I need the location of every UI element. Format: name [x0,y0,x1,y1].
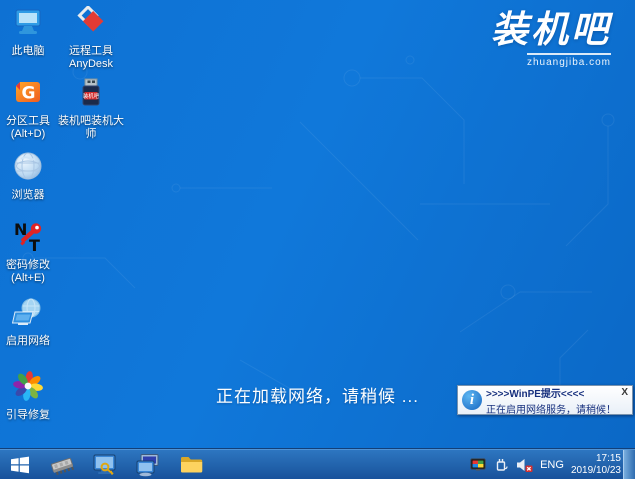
svg-text:装机吧: 装机吧 [83,92,100,100]
toast-close-button[interactable]: X [620,387,629,398]
svg-text:T: T [29,236,40,252]
desktop-icon-partition-tool[interactable]: G 分区工具 (Alt+D) [0,76,56,141]
desktop-icon-label: 浏览器 [0,189,56,202]
system-tray: ENG 17:15 2019/10/23 [470,450,621,479]
show-desktop-button[interactable] [623,450,635,479]
toast-message: 正在启用网络服务，请稍候！ [486,401,629,416]
desktop: 装机吧 zhuangjiba.com 此电脑 G 分区工具 (Alt+D) [0,0,635,448]
desktop-icon-enable-network[interactable]: 启用网络 [0,296,56,348]
anydesk-icon [75,6,107,38]
clock-time: 17:15 [571,453,621,465]
browser-globe-icon [12,150,44,182]
desktop-icon-this-pc[interactable]: 此电脑 [0,6,56,58]
desktop-icon-anydesk[interactable]: 远程工具 AnyDesk [58,6,124,71]
brand-subtitle: zhuangjiba.com [527,53,611,68]
desktop-icon-browser[interactable]: 浏览器 [0,150,56,202]
usb-installer-icon: 装机吧 [75,76,107,108]
desktop-icon-label-line2: AnyDesk [58,58,124,71]
taskbar: ENG 17:15 2019/10/23 [0,448,635,479]
desktop-icon-label: 此电脑 [0,45,56,58]
desktop-icon-label: 远程工具 [58,45,124,58]
windows-logo-icon [8,453,32,477]
taskbar-file-explorer-button[interactable] [174,450,210,479]
usb-tray-icon[interactable] [494,456,508,473]
boot-repair-flower-icon [12,370,44,402]
nt-password-icon: N T [12,220,44,252]
language-indicator[interactable]: ENG [540,459,564,471]
loading-status-text: 正在加载网络，请稍候 ... [216,382,419,407]
desktop-icon-label-line2: 师 [53,128,129,141]
network-monitor-icon [12,296,44,328]
taskbar-memory-tool-button[interactable] [44,450,80,479]
clock[interactable]: 17:15 2019/10/23 [571,453,621,477]
desktop-icon-label: 装机吧装机大 [53,115,129,128]
desktop-icon-label: 密码修改 [0,259,56,272]
desktop-icon-boot-repair[interactable]: 引导修复 [0,370,56,422]
info-icon: i [462,390,482,410]
monitor-key-icon [92,453,118,477]
memory-chip-icon [48,453,76,477]
desktop-icon-installer-master[interactable]: 装机吧 装机吧装机大 师 [53,76,129,141]
start-button[interactable] [2,450,38,479]
partition-tool-icon: G [12,76,44,108]
brand-logo: 装机吧 zhuangjiba.com [491,8,611,70]
taskbar-computer-button[interactable] [130,450,166,479]
desktop-icon-password-reset[interactable]: N T 密码修改 (Alt+E) [0,220,56,285]
folder-icon [179,453,205,477]
svg-text:G: G [22,84,36,104]
brand-title: 装机吧 [491,8,611,52]
desktop-icon-label: 分区工具 [0,115,56,128]
this-pc-icon [12,6,44,38]
volume-muted-tray-icon[interactable] [515,457,533,473]
toast-title: >>>>WinPE提示<<<< [486,385,620,400]
taskbar-remote-unlock-button[interactable] [87,450,123,479]
desktop-icon-label-line2: (Alt+D) [0,128,56,141]
display-settings-tray-icon[interactable] [470,457,487,473]
winpe-toast: i >>>>WinPE提示<<<< X 正在启用网络服务，请稍候！ [457,385,633,415]
desktop-icon-label: 启用网络 [0,335,56,348]
desktop-icon-label-line2: (Alt+E) [0,272,56,285]
clock-date: 2019/10/23 [571,465,621,477]
computer-icon [135,453,161,477]
desktop-icon-label: 引导修复 [0,409,56,422]
